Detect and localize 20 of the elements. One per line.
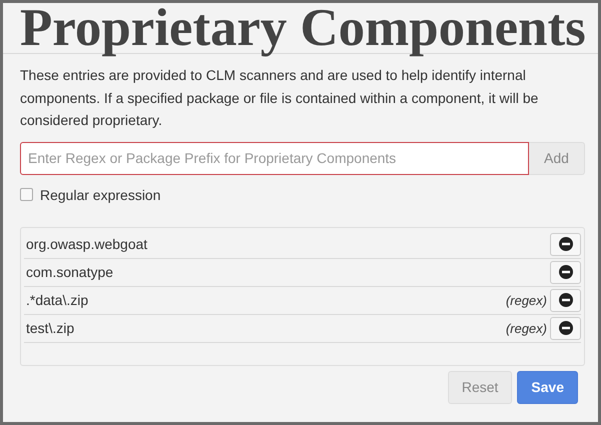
remove-button[interactable] [550,316,581,340]
regex-checkbox[interactable] [20,188,33,201]
remove-button[interactable] [550,232,581,256]
remove-button[interactable] [550,260,581,284]
entry-value: com.sonatype [26,264,114,280]
minus-circle-icon [558,293,572,307]
minus-circle-icon [558,265,572,279]
page-title: Proprietary Components [3,3,598,54]
minus-circle-icon [558,321,572,335]
remove-button[interactable] [550,288,581,312]
checkbox-label: Regular expression [40,186,161,202]
description: These entries are provided to CLM scanners and are used to help identify internal components. If a specified package or file is contained within a component, it will be considered proprietary. [20,66,540,130]
entry-value: org.owasp.webgoat [26,236,148,252]
save-button[interactable]: Save [517,370,578,404]
entry-value: .*data\.zip [26,292,90,308]
entry-value: test\.zip [26,320,76,336]
minus-circle-icon [558,237,572,251]
entry-field[interactable]: Enter Regex or Package Prefix for Proprietary Components [20,142,529,174]
regex-tag: (regex) [506,292,547,308]
regex-tag: (regex) [506,320,547,336]
